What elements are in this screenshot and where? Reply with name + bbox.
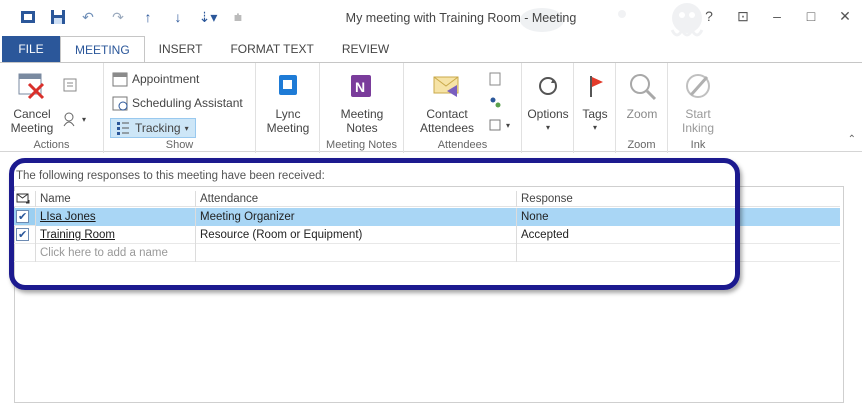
- group-zoom: Zoom Zoom: [616, 63, 668, 153]
- lync-meeting-button[interactable]: Lync Meeting: [262, 71, 314, 135]
- add-name-input[interactable]: Click here to add a name: [36, 244, 196, 262]
- meeting-notes-label: Meeting Notes: [340, 107, 384, 135]
- title-bar: ↶ ↷ ↑ ↓ ⇣▾ ⩧ My meeting with Training Ro…: [0, 0, 862, 37]
- zoom-label: Zoom: [626, 107, 658, 121]
- group-lync: Lync Meeting: [256, 63, 320, 153]
- options-label: Options: [527, 107, 569, 121]
- response-cell[interactable]: None: [517, 208, 840, 226]
- ink-group-label: Ink: [690, 139, 706, 151]
- cancel-meeting-button[interactable]: Cancel Meeting: [10, 71, 54, 135]
- tracking-label: Tracking: [135, 121, 181, 135]
- appointment-button[interactable]: Appointment: [112, 69, 199, 89]
- ribbon: Cancel Meeting ▾ Actions Appointment Sch…: [0, 62, 862, 153]
- window-controls: ? ⊡ – □ ✕: [700, 8, 854, 24]
- meeting-notes-group-label: Meeting Notes: [326, 139, 397, 151]
- zoom-group-label: Zoom: [627, 139, 656, 151]
- ribbon-display-icon[interactable]: ⊡: [734, 8, 752, 24]
- column-response[interactable]: Response: [517, 191, 840, 207]
- scheduling-assistant-label: Scheduling Assistant: [132, 96, 243, 110]
- address-book-icon[interactable]: [62, 75, 78, 95]
- table-row[interactable]: LIsa Jones Meeting Organizer None: [14, 208, 840, 226]
- show-group-label: Show: [165, 139, 194, 151]
- minimize-icon[interactable]: –: [768, 8, 786, 24]
- tracking-icon: [117, 122, 129, 135]
- help-icon[interactable]: ?: [700, 8, 718, 24]
- group-actions: Cancel Meeting ▾ Actions: [0, 63, 104, 153]
- maximize-icon[interactable]: □: [802, 8, 820, 24]
- checkbox[interactable]: [14, 226, 36, 244]
- group-tags: Tags ▾: [574, 63, 616, 153]
- options-button[interactable]: Options ▾: [524, 71, 572, 135]
- tab-meeting[interactable]: MEETING: [60, 36, 145, 62]
- table-row[interactable]: Training Room Resource (Room or Equipmen…: [14, 226, 840, 244]
- people-icon[interactable]: [488, 93, 502, 113]
- onenote-icon: N: [351, 75, 371, 97]
- zoom-button[interactable]: Zoom: [620, 71, 664, 121]
- group-meeting-notes: N Meeting Notes Meeting Notes: [320, 63, 404, 153]
- attendance-cell[interactable]: Resource (Room or Equipment): [196, 226, 517, 244]
- checkbox[interactable]: [14, 208, 36, 226]
- tab-format-text[interactable]: FORMAT TEXT: [216, 36, 327, 62]
- flag-icon: [590, 76, 603, 97]
- lync-icon: [279, 75, 297, 95]
- tracking-info-text: The following responses to this meeting …: [16, 170, 325, 182]
- meeting-notes-button[interactable]: N Meeting Notes: [334, 71, 390, 135]
- scheduling-icon: [112, 96, 128, 111]
- chevron-down-icon: ▾: [184, 123, 189, 133]
- envelope-icon[interactable]: [14, 191, 36, 207]
- svg-text:N: N: [355, 79, 365, 95]
- tab-file[interactable]: FILE: [2, 36, 60, 62]
- cancel-meeting-icon: [18, 73, 45, 100]
- lync-meeting-label: Lync Meeting: [266, 107, 310, 135]
- contact-attendees-label: Contact Attendees: [419, 107, 475, 135]
- calendar-icon: [112, 72, 128, 87]
- tags-button[interactable]: Tags ▾: [576, 71, 614, 135]
- appointment-label: Appointment: [132, 72, 200, 86]
- response-options-icon[interactable]: ▾: [488, 115, 510, 135]
- column-name[interactable]: Name: [36, 191, 196, 207]
- tracking-button[interactable]: Tracking ▾: [110, 118, 196, 138]
- attendees-group-label: Attendees: [437, 139, 488, 151]
- actions-group-label: Actions: [33, 139, 70, 151]
- response-cell[interactable]: Accepted: [517, 226, 840, 244]
- pen-icon: [686, 74, 710, 98]
- magnifier-icon: [630, 74, 657, 101]
- tab-insert[interactable]: INSERT: [145, 36, 217, 62]
- recurrence-icon: [539, 77, 557, 95]
- address-book-small-icon[interactable]: [488, 69, 502, 89]
- scheduling-assistant-button[interactable]: Scheduling Assistant: [112, 93, 243, 113]
- group-attendees: Contact Attendees ▾ Attendees: [404, 63, 522, 153]
- start-inking-button[interactable]: Start Inking: [674, 71, 722, 135]
- contact-attendees-button[interactable]: Contact Attendees: [412, 71, 482, 135]
- check-names-icon[interactable]: ▾: [62, 109, 86, 129]
- tracking-table-header: Name Attendance Response: [14, 191, 840, 207]
- group-options: Options ▾: [522, 63, 574, 153]
- add-name-row[interactable]: Click here to add a name: [14, 244, 840, 262]
- attendance-cell[interactable]: Meeting Organizer: [196, 208, 517, 226]
- collapse-ribbon-icon[interactable]: ⌃: [848, 134, 856, 145]
- ribbon-tabs: FILE MEETING INSERT FORMAT TEXT REVIEW: [0, 36, 862, 62]
- contact-attendees-icon: [433, 76, 459, 97]
- attendee-name[interactable]: LIsa Jones: [40, 211, 96, 223]
- group-ink: Start Inking Ink: [668, 63, 728, 153]
- attendee-name[interactable]: Training Room: [40, 229, 115, 241]
- group-show: Appointment Scheduling Assistant Trackin…: [104, 63, 256, 153]
- tab-review[interactable]: REVIEW: [328, 36, 403, 62]
- close-icon[interactable]: ✕: [836, 8, 854, 24]
- tags-label: Tags: [582, 107, 608, 121]
- column-attendance[interactable]: Attendance: [196, 191, 517, 207]
- cancel-meeting-label: Cancel Meeting: [10, 107, 54, 135]
- start-inking-label: Start Inking: [681, 107, 715, 135]
